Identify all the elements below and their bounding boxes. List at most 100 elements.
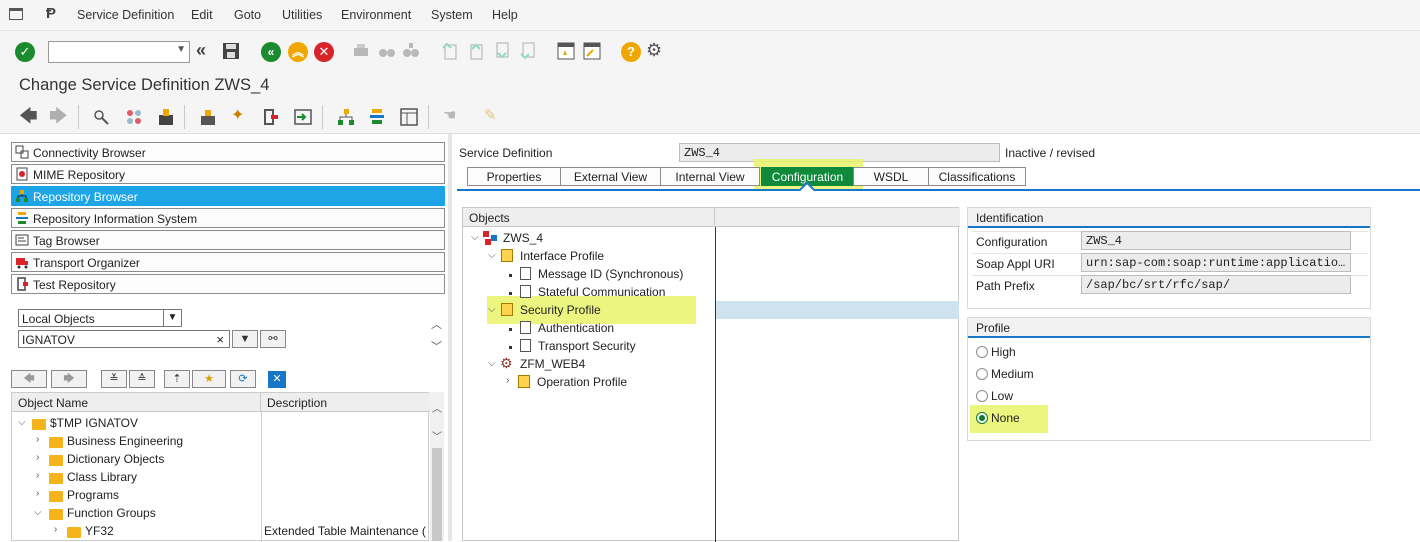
chevron-down-icon[interactable]: ⌵ [471, 232, 479, 243]
tree-label: Authentication [538, 321, 615, 335]
bullet [509, 328, 512, 331]
tree-label: ZFM_WEB4 [520, 357, 586, 371]
chevron-right-icon[interactable]: › [506, 375, 509, 386]
nav-repository-browser[interactable]: Repository Browser [11, 186, 445, 206]
command-field[interactable]: ▼ [48, 41, 190, 63]
back-icon[interactable]: « [261, 42, 281, 62]
radio-label: Medium [991, 367, 1034, 381]
tab-properties[interactable]: Properties [467, 167, 561, 186]
scroll-up-icon[interactable]: ︿ [432, 400, 442, 415]
vertical-scrollbar[interactable]: ︿ ﹀ [430, 392, 444, 541]
column-object-name[interactable]: Object Name [12, 393, 261, 412]
chevron-down-icon[interactable]: ﹀ [431, 338, 442, 354]
tab-external-view[interactable]: External View [560, 167, 661, 186]
save-icon[interactable] [222, 42, 240, 60]
column-description[interactable]: Description [261, 393, 430, 412]
nav-tag-browser[interactable]: Tag Browser [11, 230, 445, 250]
menu-environment[interactable]: Environment [341, 8, 411, 22]
chevron-up-icon[interactable]: ︿ [431, 316, 442, 332]
print-icon [354, 44, 368, 56]
hand-icon: ☚ [443, 107, 457, 124]
menu-edit[interactable]: Edit [191, 8, 213, 22]
nav-test-repository[interactable]: Test Repository [11, 274, 445, 294]
enter-icon[interactable]: ✓ [15, 42, 35, 62]
sap-logo-icon[interactable]: Ᵽ [46, 5, 56, 22]
menu-service-definition[interactable]: Service Definition [77, 8, 174, 22]
exit-icon[interactable]: ︽ [288, 42, 308, 62]
chevron-right-icon[interactable]: › [36, 452, 39, 463]
nav-mime-repository[interactable]: MIME Repository [11, 164, 445, 184]
document-icon [520, 321, 531, 334]
info-icon[interactable] [368, 108, 386, 126]
menu-help[interactable]: Help [492, 8, 518, 22]
path-prefix-field[interactable]: /sap/bc/srt/rfc/sap/ [1081, 275, 1351, 294]
tab-internal-view[interactable]: Internal View [660, 167, 760, 186]
tree-label: $TMP IGNATOV [50, 416, 139, 430]
title-bar: Change Service Definition ZWS_4 [0, 70, 1420, 100]
objects-header-empty [715, 208, 960, 227]
dropdown-button[interactable]: ▼ [232, 330, 258, 348]
new-session-icon[interactable] [557, 42, 575, 60]
settings-gear-icon[interactable]: ⚙ [646, 41, 664, 59]
collapse-icon[interactable]: ≚ [101, 370, 127, 388]
chevron-down-icon[interactable]: ⌵ [488, 250, 496, 261]
navigation-window-icon[interactable] [337, 108, 355, 126]
radio-button[interactable] [976, 368, 988, 380]
system-menu-icon[interactable] [9, 8, 23, 20]
pane-splitter[interactable] [448, 134, 452, 541]
configuration-field[interactable]: ZWS_4 [1081, 231, 1351, 250]
menu-goto[interactable]: Goto [234, 8, 261, 22]
shortcut-icon[interactable] [583, 42, 601, 60]
chevron-down-icon[interactable]: ▼ [163, 310, 181, 326]
tree-label: Programs [67, 488, 120, 502]
objects-tree: Objects ⌵ ZWS_4 ⌵ Interface Profile Mess… [462, 207, 960, 542]
chevron-down-icon[interactable]: ⌵ [18, 417, 26, 428]
menu-utilities[interactable]: Utilities [282, 8, 322, 22]
object-list-icon[interactable] [262, 108, 280, 126]
menu-system[interactable]: System [431, 8, 473, 22]
chevron-right-icon[interactable]: › [54, 524, 57, 535]
help-icon[interactable]: ? [621, 42, 641, 62]
refresh-icon[interactable]: ⟳ [230, 370, 256, 388]
chevron-right-icon[interactable]: › [36, 470, 39, 481]
display-glasses-button[interactable]: ⚯ [260, 330, 286, 348]
activate-icon[interactable] [157, 108, 175, 126]
command-dropdown-icon[interactable]: ▼ [176, 44, 186, 55]
clear-icon[interactable]: × [216, 332, 224, 347]
where-used-icon[interactable]: ✦ [231, 107, 249, 125]
cancel-icon[interactable]: ✕ [314, 42, 334, 62]
edit-lock-icon[interactable] [400, 108, 418, 126]
last-page-icon [520, 42, 535, 60]
tree-label: Dictionary Objects [67, 452, 165, 466]
nav-transport-organizer[interactable]: Transport Organizer [11, 252, 445, 272]
expand-icon[interactable]: ≙ [129, 370, 155, 388]
object-name-input[interactable]: IGNATOV × [18, 330, 230, 348]
soap-appl-uri-field[interactable]: urn:sap-com:soap:runtime:application: [1081, 253, 1351, 272]
tab-wsdl[interactable]: WSDL [853, 167, 929, 186]
close-icon[interactable]: ✕ [268, 371, 286, 388]
other-object-icon[interactable] [93, 108, 111, 126]
hierarchy-icon[interactable] [294, 108, 312, 126]
radio-button[interactable] [976, 390, 988, 402]
chevron-right-icon[interactable]: › [36, 434, 39, 445]
service-definition-label: Service Definition [459, 146, 553, 160]
back-double-icon[interactable]: « [196, 41, 214, 60]
check-icon[interactable] [199, 108, 217, 126]
radio-button-selected[interactable] [976, 412, 988, 424]
nav-label: Repository Browser [33, 190, 138, 204]
favorites-star-icon[interactable]: ★ [192, 370, 226, 388]
scroll-down-icon[interactable]: ﹀ [432, 428, 442, 443]
nav-repository-information-system[interactable]: Repository Information System [11, 208, 445, 228]
chevron-down-icon[interactable]: ⌵ [488, 304, 496, 315]
nav-connectivity-browser[interactable]: Connectivity Browser [11, 142, 445, 162]
scrollbar-thumb[interactable] [432, 448, 442, 541]
back-arrow-icon[interactable]: 🡄 [19, 107, 38, 125]
hierarchy-up-icon[interactable]: ⇡ [164, 370, 190, 388]
chevron-right-icon[interactable]: › [36, 488, 39, 499]
chevron-down-icon[interactable]: ⌵ [34, 507, 42, 518]
tab-classifications[interactable]: Classifications [928, 167, 1026, 186]
display-change-icon[interactable] [125, 108, 143, 126]
object-type-select[interactable]: Local Objects ▼ [18, 309, 182, 327]
chevron-down-icon[interactable]: ⌵ [488, 358, 496, 369]
radio-button[interactable] [976, 346, 988, 358]
